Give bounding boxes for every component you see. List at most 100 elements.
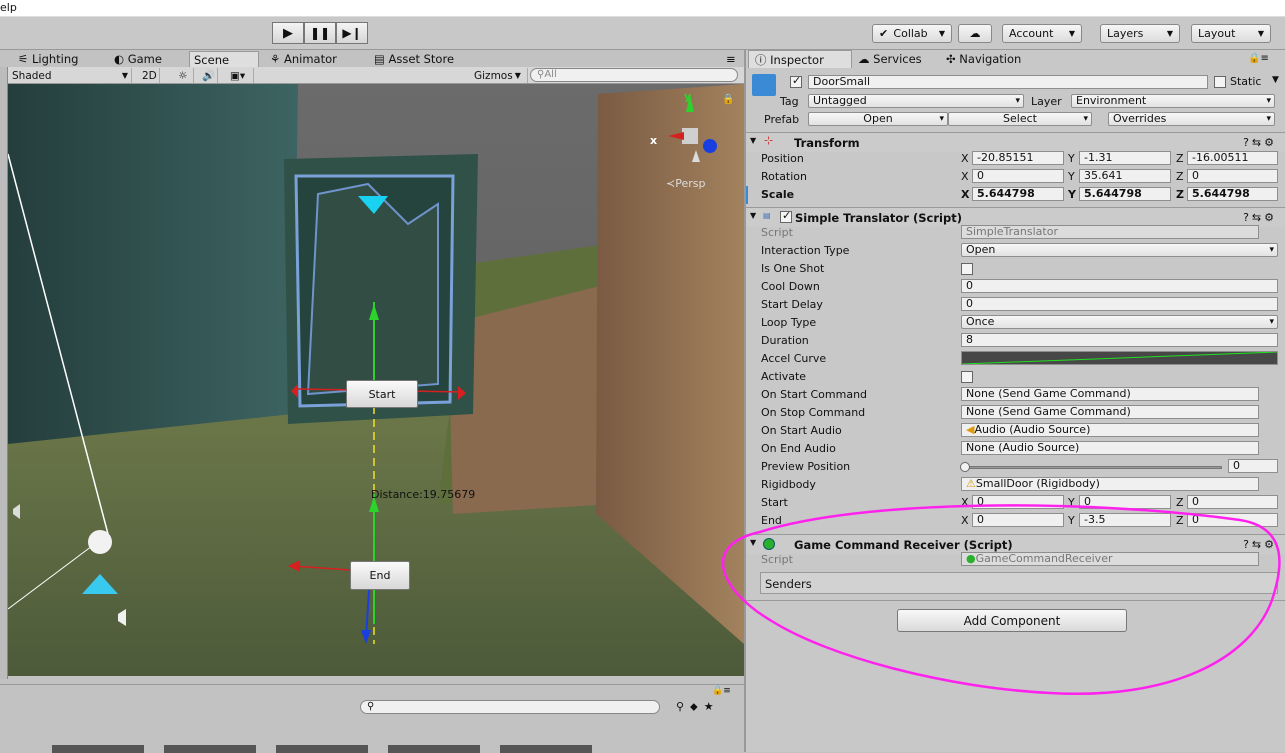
loop-type-row: Loop Type Once [746,314,1285,332]
end-z-field[interactable]: 0 [1187,513,1278,527]
duration-field[interactable]: 8 [961,333,1278,347]
cloud-icon: ☁ [969,27,981,40]
is-one-shot-checkbox[interactable] [961,263,973,275]
prefab-overrides-dropdown[interactable]: Overrides [1108,112,1275,126]
audio-toggle-icon[interactable]: 🔊 [198,68,218,83]
component-menu-icons[interactable]: ?⇆⚙ [1243,211,1277,224]
accel-curve-field[interactable] [961,351,1278,365]
add-component-button[interactable]: Add Component [897,609,1127,632]
main-toolbar: ▶ ❚❚ ▶❙ ✔ Collab ▼ ☁ Account ▼ Layers ▼ Layo… [0,17,1285,50]
tab-asset-store[interactable]: ▤ Asset Store [370,51,458,67]
scale-y-field[interactable]: 5.644798 [1079,187,1171,201]
cool-down-field[interactable]: 0 [961,279,1278,293]
tag-dropdown[interactable]: Untagged [808,94,1024,108]
scene-search-input[interactable]: ⚲All [530,68,738,82]
lock-icon[interactable]: 🔒≡ [712,686,731,696]
layer-label: Layer [1031,95,1062,108]
static-checkbox[interactable] [1214,76,1226,88]
layout-dropdown[interactable]: Layout ▼ [1191,24,1271,43]
senders-list-header[interactable]: Senders [760,572,1278,594]
effects-toggle-icon[interactable]: ▣▾ [226,68,254,83]
play-icon: ▶ [283,25,293,41]
activate-checkbox[interactable] [961,371,973,383]
tab-scene[interactable]: Scene [189,51,259,67]
rotation-z-field[interactable]: 0 [1187,169,1278,183]
on-start-command-field[interactable]: None (Send Game Command) [961,387,1259,401]
translator-enabled-checkbox[interactable] [780,209,792,223]
scene-viewport[interactable]: y x 🔒 ≺Persp Start End Distance:19.75679 [8,84,744,676]
component-menu-icons[interactable]: ?⇆⚙ [1243,538,1277,551]
tab-game[interactable]: ◐ Game [110,51,166,67]
inspector-lock-icon[interactable]: 🔒≡ [1248,53,1269,64]
pause-button[interactable]: ❚❚ [304,22,336,44]
preview-position-slider-thumb[interactable] [960,462,970,472]
on-end-audio-field[interactable]: None (Audio Source) [961,441,1259,455]
preview-position-row: Preview Position 0 [746,458,1285,476]
preview-position-slider-track[interactable] [964,466,1222,469]
receiver-component-icon [763,538,775,550]
lighting-toggle-icon[interactable]: ☼ [174,68,194,83]
layer-dropdown[interactable]: Environment [1071,94,1275,108]
tab-animator[interactable]: ⚘ Animator [266,51,341,67]
tab-lighting[interactable]: ⚟ Lighting [14,51,82,67]
layers-dropdown[interactable]: Layers ▼ [1100,24,1180,43]
check-icon: ✔ [879,27,889,40]
start-handle-button[interactable]: Start [346,380,418,408]
start-delay-field[interactable]: 0 [961,297,1278,311]
activate-row: Activate [746,368,1285,386]
scale-x-field[interactable]: 5.644798 [972,187,1064,201]
project-filter-icons[interactable]: ⚲⬥★ [676,700,720,714]
on-start-audio-field[interactable]: ◀Audio (Audio Source) [961,423,1259,437]
script-icon: ● [966,552,976,565]
rotation-row: Rotation X0 Y 35.641 Z0 [746,168,1285,186]
rigidbody-field[interactable]: ⚠SmallDoor (Rigidbody) [961,477,1259,491]
panel-menu-icon[interactable]: ≡ [722,51,740,67]
on-start-command-row: On Start Command None (Send Game Command) [746,386,1285,404]
projection-toggle[interactable]: ≺Persp [666,177,705,190]
static-dropdown-arrow[interactable]: ▼ [1272,75,1279,85]
start-z-field[interactable]: 0 [1187,495,1278,509]
gizmos-dropdown[interactable]: Gizmos ▼ [470,68,528,83]
active-checkbox[interactable] [790,74,802,88]
play-button[interactable]: ▶ [272,22,304,44]
tab-inspector[interactable]: ⓘ Inspector [748,50,852,68]
cloud-button[interactable]: ☁ [958,24,992,43]
end-handle-button[interactable]: End [350,561,410,590]
account-dropdown[interactable]: Account ▼ [1002,24,1082,43]
shading-mode-dropdown[interactable]: Shaded ▼ [8,68,132,83]
foldout-arrow-icon: ▼ [750,538,757,547]
scale-z-field[interactable]: 5.644798 [1187,187,1278,201]
preview-position-field[interactable]: 0 [1228,459,1278,473]
on-stop-command-field[interactable]: None (Send Game Command) [961,405,1259,419]
prefab-select-button[interactable]: Select [948,112,1092,126]
collab-button[interactable]: ✔ Collab ▼ [872,24,952,43]
menu-fragment[interactable]: elp [0,1,17,14]
tab-navigation[interactable]: ✣ Navigation [940,50,1027,68]
transform-header[interactable]: ▼ ⊹ Transform ?⇆⚙ [746,132,1285,152]
tab-services[interactable]: ☁ Services [852,50,928,68]
rotation-x-field[interactable]: 0 [972,169,1064,183]
object-name-field[interactable]: DoorSmall [808,75,1208,89]
start-x-field[interactable]: 0 [972,495,1064,509]
position-z-field[interactable]: -16.00511 [1187,151,1278,165]
step-button[interactable]: ▶❙ [336,22,368,44]
start-vector-row: Start X0 Y0 Z0 [746,494,1285,512]
position-x-field[interactable]: -20.85151 [972,151,1064,165]
interaction-type-row: Interaction Type Open [746,242,1285,260]
end-x-field[interactable]: 0 [972,513,1064,527]
position-y-field[interactable]: -1.31 [1079,151,1171,165]
interaction-type-dropdown[interactable]: Open [961,243,1278,257]
left-panel-edge [0,67,8,679]
lock-icon[interactable]: 🔒 [722,94,734,105]
is-one-shot-row: Is One Shot [746,260,1285,278]
gameobject-icon [752,74,776,96]
component-menu-icons[interactable]: ?⇆⚙ [1243,136,1277,149]
2d-toggle[interactable]: 2D [138,68,160,83]
prefab-open-button[interactable]: Open [808,112,948,126]
end-y-field[interactable]: -3.5 [1079,513,1171,527]
loop-type-dropdown[interactable]: Once [961,315,1278,329]
project-search-input[interactable]: ⚲ [360,700,660,714]
cloud-icon: ☁ [858,52,874,66]
start-y-field[interactable]: 0 [1079,495,1171,509]
rotation-y-field[interactable]: 35.641 [1079,169,1171,183]
